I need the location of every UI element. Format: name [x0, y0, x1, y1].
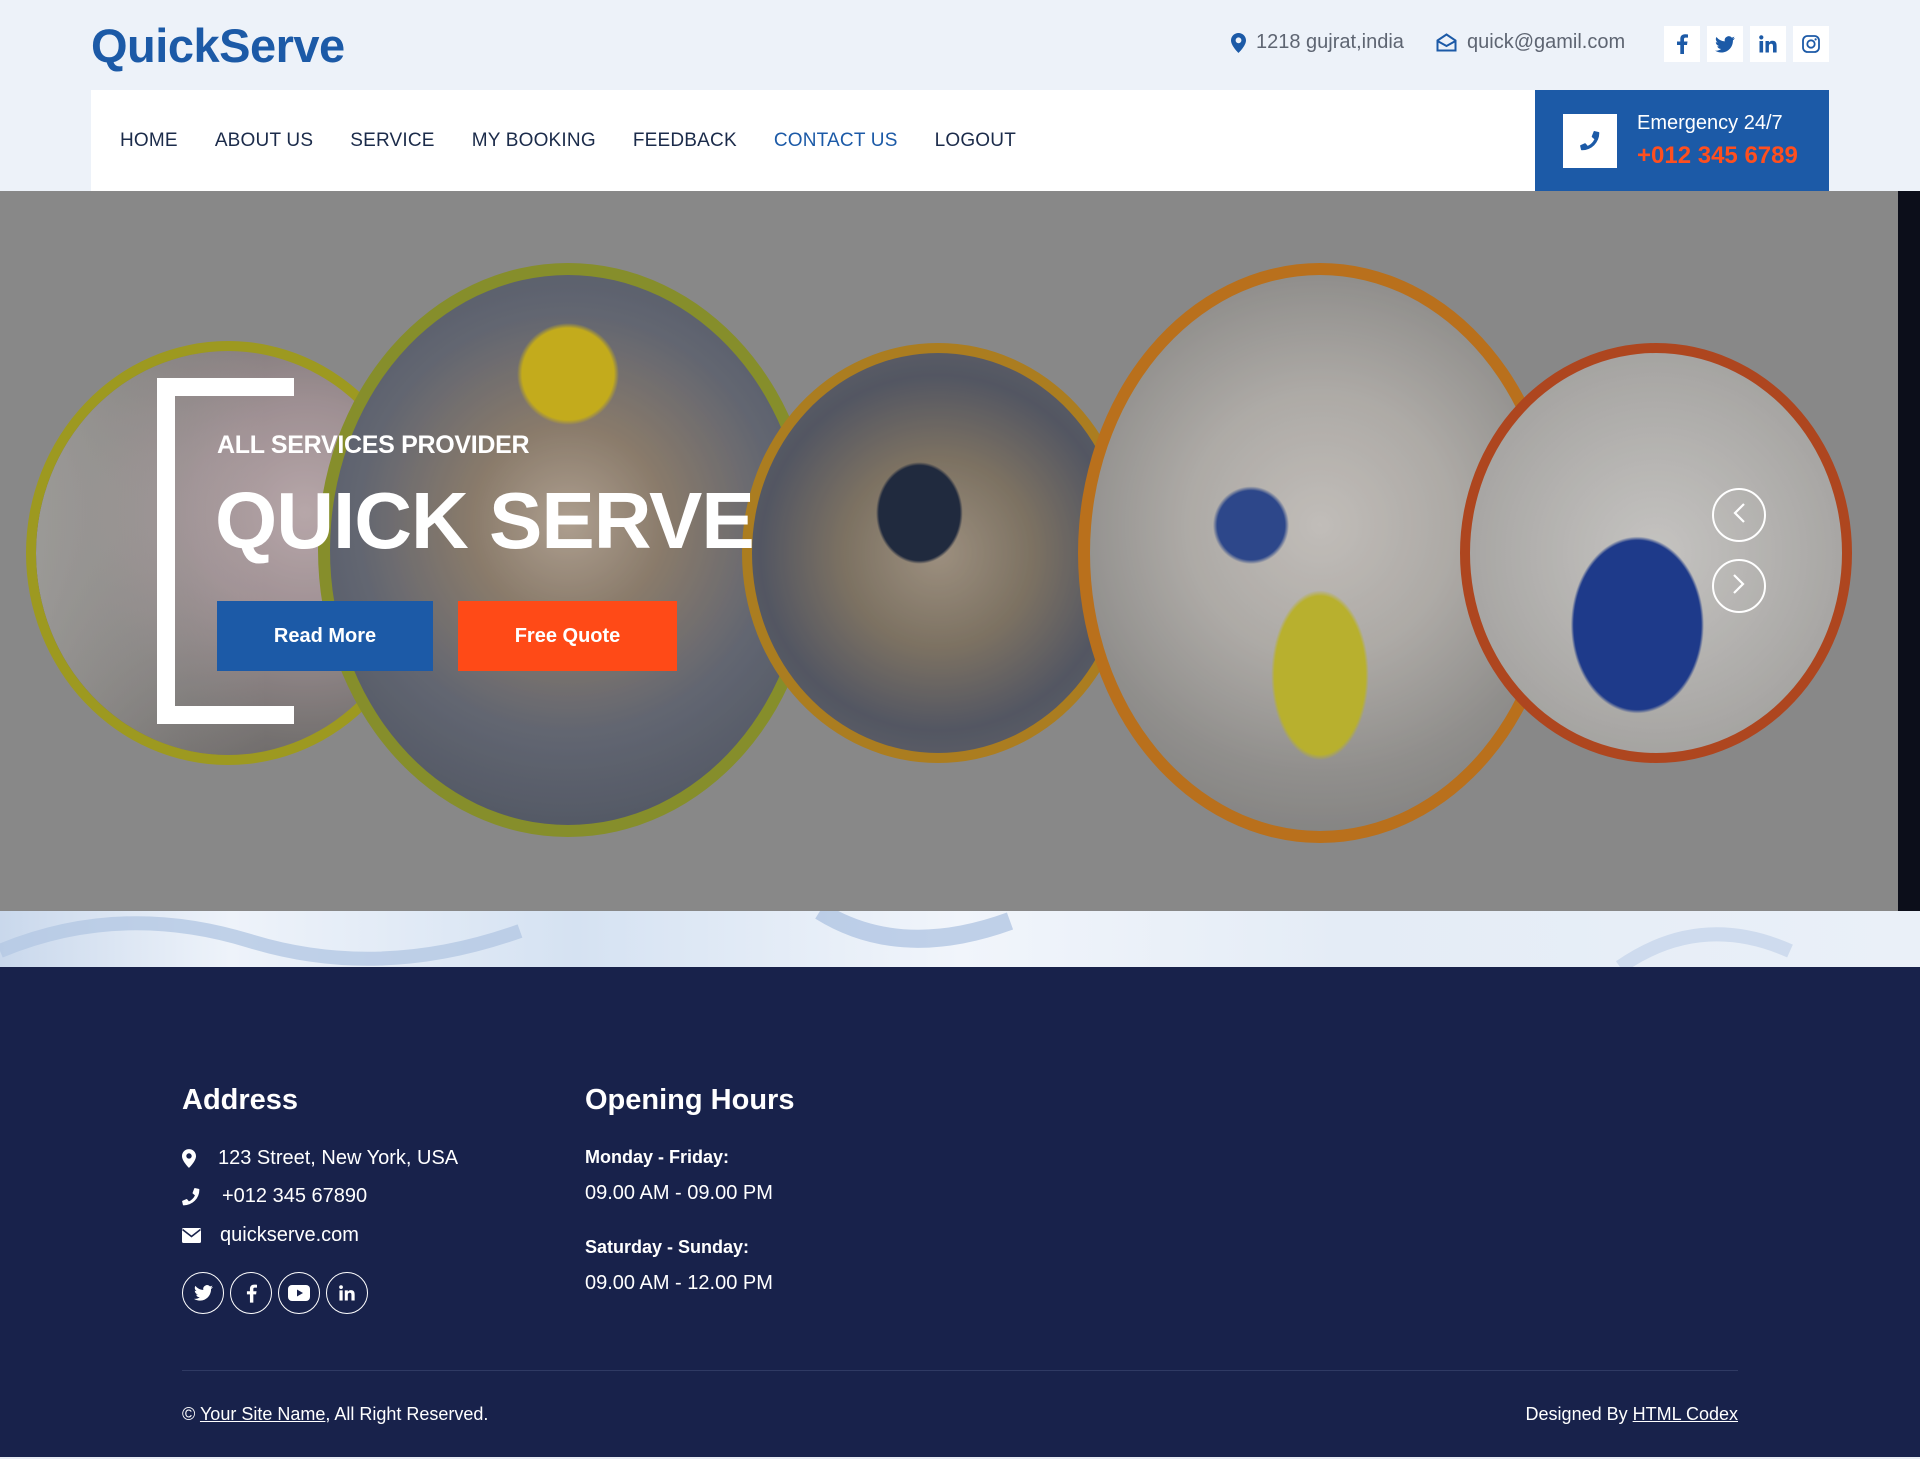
hero-frame-bottom	[157, 706, 294, 724]
footer-phone-text[interactable]: +012 345 67890	[222, 1185, 367, 1208]
emergency-label: Emergency 24/7	[1637, 112, 1783, 134]
site-name-link[interactable]: Your Site Name	[200, 1404, 325, 1424]
opening-hours-heading: Opening Hours	[585, 1084, 795, 1116]
emergency-contact[interactable]: Emergency 24/7 +012 345 6789	[1535, 90, 1829, 191]
phone-icon	[1563, 114, 1617, 168]
free-quote-button[interactable]: Free Quote	[458, 601, 677, 671]
decorative-wave	[0, 911, 1920, 967]
emergency-phone[interactable]: +012 345 6789	[1637, 142, 1798, 170]
footer-email: quickserve.com	[182, 1224, 359, 1247]
phone-icon	[182, 1187, 222, 1206]
hero-frame-left	[157, 378, 175, 724]
envelope-icon	[182, 1228, 220, 1243]
instagram-icon[interactable]	[1793, 26, 1829, 62]
designed-by: Designed By HTML Codex	[1526, 1404, 1738, 1425]
map-marker-icon	[1231, 32, 1246, 53]
copyright-symbol: ©	[182, 1404, 196, 1424]
address-heading: Address	[182, 1084, 299, 1116]
chevron-left-icon	[1732, 502, 1746, 529]
footer-address-text: 123 Street, New York, USA	[218, 1147, 459, 1169]
linkedin-icon[interactable]	[1750, 26, 1786, 62]
email-info: quick@gamil.com	[1436, 31, 1625, 54]
nav-links: HOME ABOUT US SERVICE MY BOOKING FEEDBAC…	[120, 90, 1016, 191]
hero-edge-strip	[1898, 191, 1920, 911]
hero-frame-top	[157, 378, 294, 396]
twitter-icon[interactable]	[182, 1272, 224, 1314]
footer-address: 123 Street, New York, USA	[182, 1147, 458, 1170]
nav-logout[interactable]: LOGOUT	[935, 130, 1016, 152]
nav-my-booking[interactable]: MY BOOKING	[472, 130, 596, 152]
brand-logo[interactable]: QuickServe	[91, 18, 345, 73]
footer: Address 123 Street, New York, USA +012 3…	[0, 967, 1920, 1459]
address-info: 1218 gujrat,india	[1231, 31, 1404, 54]
youtube-icon[interactable]	[278, 1272, 320, 1314]
facebook-icon[interactable]	[230, 1272, 272, 1314]
carousel-next-button[interactable]	[1712, 559, 1766, 613]
nav-about-us[interactable]: ABOUT US	[215, 130, 313, 152]
address-text: 1218 gujrat,india	[1256, 31, 1404, 53]
email-text[interactable]: quick@gamil.com	[1467, 31, 1625, 54]
weekday-hours: 09.00 AM - 09.00 PM	[585, 1182, 773, 1204]
nav-feedback[interactable]: FEEDBACK	[633, 130, 737, 152]
facebook-icon[interactable]	[1664, 26, 1700, 62]
top-social-links	[1664, 26, 1829, 62]
copyright-suffix: , All Right Reserved.	[325, 1404, 489, 1424]
designer-link[interactable]: HTML Codex	[1633, 1404, 1738, 1424]
footer-phone: +012 345 67890	[182, 1185, 367, 1208]
envelope-open-icon	[1436, 33, 1457, 52]
main-navbar: HOME ABOUT US SERVICE MY BOOKING FEEDBAC…	[91, 90, 1829, 191]
weekend-label: Saturday - Sunday:	[585, 1237, 750, 1257]
footer-social-links	[182, 1272, 368, 1314]
chevron-right-icon	[1732, 573, 1746, 600]
nav-service[interactable]: SERVICE	[350, 130, 434, 152]
carousel-prev-button[interactable]	[1712, 488, 1766, 542]
nav-home[interactable]: HOME	[120, 130, 178, 152]
weekday-label: Monday - Friday:	[585, 1147, 730, 1167]
hero-subtitle: ALL SERVICES PROVIDER	[217, 431, 530, 459]
read-more-button[interactable]: Read More	[217, 601, 433, 671]
weekend-hours: 09.00 AM - 12.00 PM	[585, 1272, 773, 1294]
designed-by-label: Designed By	[1525, 1404, 1628, 1424]
top-bar: QuickServe 1218 gujrat,india quick@gamil…	[0, 0, 1920, 90]
hero-carousel: ALL SERVICES PROVIDER QUICK SERVE Read M…	[0, 191, 1920, 911]
footer-divider	[182, 1370, 1738, 1371]
linkedin-icon[interactable]	[326, 1272, 368, 1314]
hero-title: QUICK SERVE	[215, 476, 755, 565]
nav-contact-us[interactable]: CONTACT US	[774, 130, 898, 152]
footer-email-text[interactable]: quickserve.com	[220, 1224, 359, 1247]
copyright: © Your Site Name, All Right Reserved.	[182, 1404, 488, 1425]
map-marker-icon	[182, 1149, 218, 1168]
twitter-icon[interactable]	[1707, 26, 1743, 62]
